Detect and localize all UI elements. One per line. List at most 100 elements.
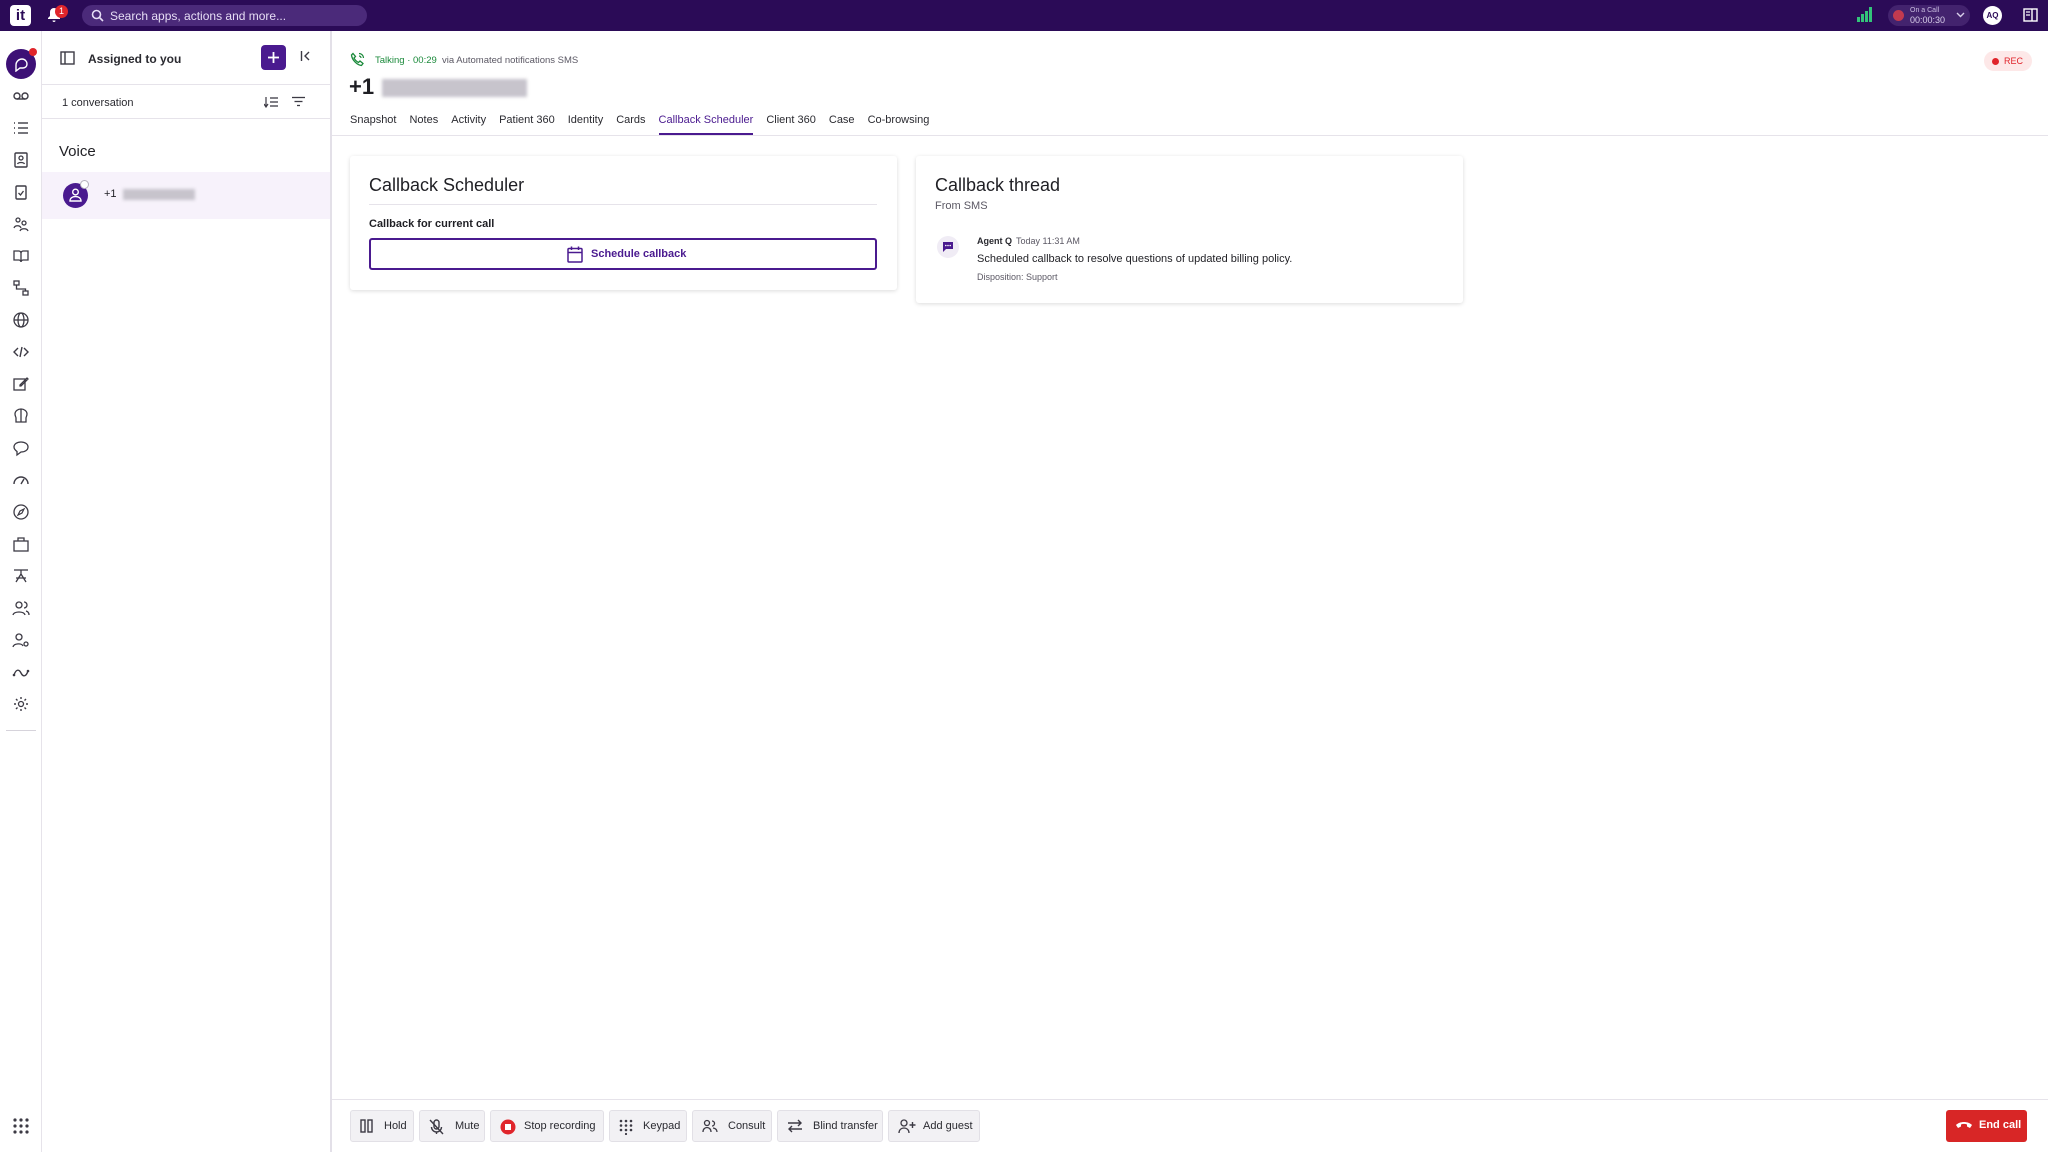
knowledge-icon[interactable] (12, 247, 30, 265)
collapse-panel-icon[interactable] (300, 50, 312, 62)
rail-divider (6, 730, 36, 731)
thread-time: Today 11:31 AM (1016, 236, 1080, 246)
new-conversation-button[interactable] (261, 45, 286, 70)
hold-label: Hold (384, 1120, 407, 1132)
code-icon[interactable] (12, 343, 30, 361)
search-icon (91, 9, 104, 22)
contacts-icon[interactable] (12, 151, 30, 169)
recording-dot-icon (1992, 58, 1999, 65)
on-call-timer: 00:00:30 (1910, 15, 1946, 25)
add-person-icon (898, 1119, 916, 1134)
thread-disposition: Disposition: Support (977, 272, 1058, 282)
call-channel: via Automated notifications SMS (442, 55, 579, 66)
org-chart-icon[interactable] (12, 567, 30, 585)
schedule-callback-button[interactable]: Schedule callback (369, 238, 877, 270)
pause-icon (360, 1119, 373, 1133)
tab-cards[interactable]: Cards (616, 111, 645, 135)
plus-icon (268, 52, 279, 63)
list-icon[interactable] (12, 119, 30, 137)
conversations-icon[interactable] (6, 48, 37, 79)
keypad-icon (619, 1119, 633, 1135)
mute-button[interactable]: Mute (419, 1110, 485, 1142)
call-status: Talking · 00:29 (375, 55, 437, 66)
panel-divider (42, 84, 330, 85)
thread-entry-meta: Agent Q Today 11:31 AM (977, 236, 1080, 246)
tab-bar: Snapshot Notes Activity Patient 360 Iden… (350, 111, 942, 135)
mic-off-icon (429, 1119, 444, 1135)
team-icon[interactable] (12, 215, 30, 233)
tab-identity[interactable]: Identity (568, 111, 603, 135)
voicemail-icon[interactable] (12, 87, 30, 105)
message-icon (937, 236, 959, 258)
compass-icon[interactable] (12, 503, 30, 521)
sort-icon[interactable] (264, 96, 278, 108)
blind-transfer-label: Blind transfer (813, 1120, 878, 1132)
dashboard-gauge-icon[interactable] (12, 471, 30, 489)
redacted-number (122, 188, 195, 200)
apps-grid-icon[interactable] (12, 1117, 30, 1135)
notification-badge: 1 (55, 5, 68, 18)
settings-gear-icon[interactable] (12, 695, 30, 713)
end-call-button[interactable]: End call (1946, 1110, 2027, 1142)
add-guest-label: Add guest (923, 1120, 973, 1132)
controls-divider (332, 1099, 2048, 1100)
search-input[interactable] (110, 5, 360, 26)
filter-icon[interactable] (292, 96, 305, 107)
on-call-indicator (1893, 10, 1904, 21)
global-search[interactable] (82, 5, 367, 26)
routing-icon[interactable] (12, 663, 30, 681)
users-icon[interactable] (12, 599, 30, 617)
user-avatar[interactable]: AQ (1983, 6, 2002, 25)
add-guest-button[interactable]: Add guest (888, 1110, 980, 1142)
end-call-label: End call (1979, 1119, 2022, 1131)
recording-label: REC (2004, 56, 2024, 66)
consult-button[interactable]: Consult (692, 1110, 772, 1142)
tab-callback-scheduler[interactable]: Callback Scheduler (658, 111, 754, 135)
on-call-status[interactable]: On a Call 00:00:30 (1888, 5, 1970, 26)
thread-entry-text: Scheduled callback to resolve questions … (977, 253, 1293, 265)
panel-layout-icon[interactable] (60, 51, 75, 65)
thread-source: From SMS (935, 200, 988, 212)
status-badge (80, 180, 89, 189)
chat-bubble-icon[interactable] (12, 439, 30, 457)
tab-activity[interactable]: Activity (451, 111, 486, 135)
conversation-count: 1 conversation (62, 97, 134, 109)
tab-snapshot[interactable]: Snapshot (350, 111, 396, 135)
calendar-icon (567, 246, 583, 263)
flows-icon[interactable] (12, 279, 30, 297)
briefcase-icon[interactable] (12, 535, 30, 553)
globe-icon[interactable] (12, 311, 30, 329)
conversation-list-item[interactable]: +1 (42, 172, 330, 219)
main-content: Talking · 00:29 via Automated notificati… (332, 31, 2048, 1152)
user-settings-icon[interactable] (12, 631, 30, 649)
blind-transfer-button[interactable]: Blind transfer (777, 1110, 883, 1142)
tab-notes[interactable]: Notes (409, 111, 438, 135)
tab-client-360[interactable]: Client 360 (766, 111, 816, 135)
callback-scheduler-card: Callback Scheduler Callback for current … (350, 156, 897, 290)
caller-number: +1 (349, 74, 528, 100)
conversation-phone: +1 (104, 188, 195, 200)
tab-co-browsing[interactable]: Co-browsing (868, 111, 930, 135)
schedule-callback-label: Schedule callback (591, 248, 687, 260)
phone-call-icon (350, 52, 365, 67)
app-rail (0, 31, 42, 1152)
thread-author: Agent Q (977, 236, 1012, 246)
keypad-label: Keypad (643, 1120, 681, 1132)
top-bar: it 1 On a Call 00:00:30 AQ (0, 0, 2048, 31)
tasks-icon[interactable] (12, 183, 30, 201)
mute-label: Mute (455, 1120, 480, 1132)
stop-recording-button[interactable]: Stop recording (490, 1110, 604, 1142)
hold-button[interactable]: Hold (350, 1110, 414, 1142)
side-panel-toggle-icon[interactable] (2023, 8, 2038, 22)
callback-current-call-label: Callback for current call (369, 218, 495, 230)
conversations-panel: Assigned to you 1 conversation Voice +1 (42, 31, 332, 1152)
chevron-down-icon (1956, 12, 1965, 18)
tab-case[interactable]: Case (829, 111, 855, 135)
signal-strength-icon (1857, 7, 1873, 22)
app-logo[interactable]: it (10, 5, 31, 26)
keypad-button[interactable]: Keypad (609, 1110, 687, 1142)
ai-brain-icon[interactable] (12, 407, 30, 425)
tab-patient-360[interactable]: Patient 360 (499, 111, 555, 135)
panel-divider (42, 118, 330, 119)
edit-icon[interactable] (12, 375, 30, 393)
